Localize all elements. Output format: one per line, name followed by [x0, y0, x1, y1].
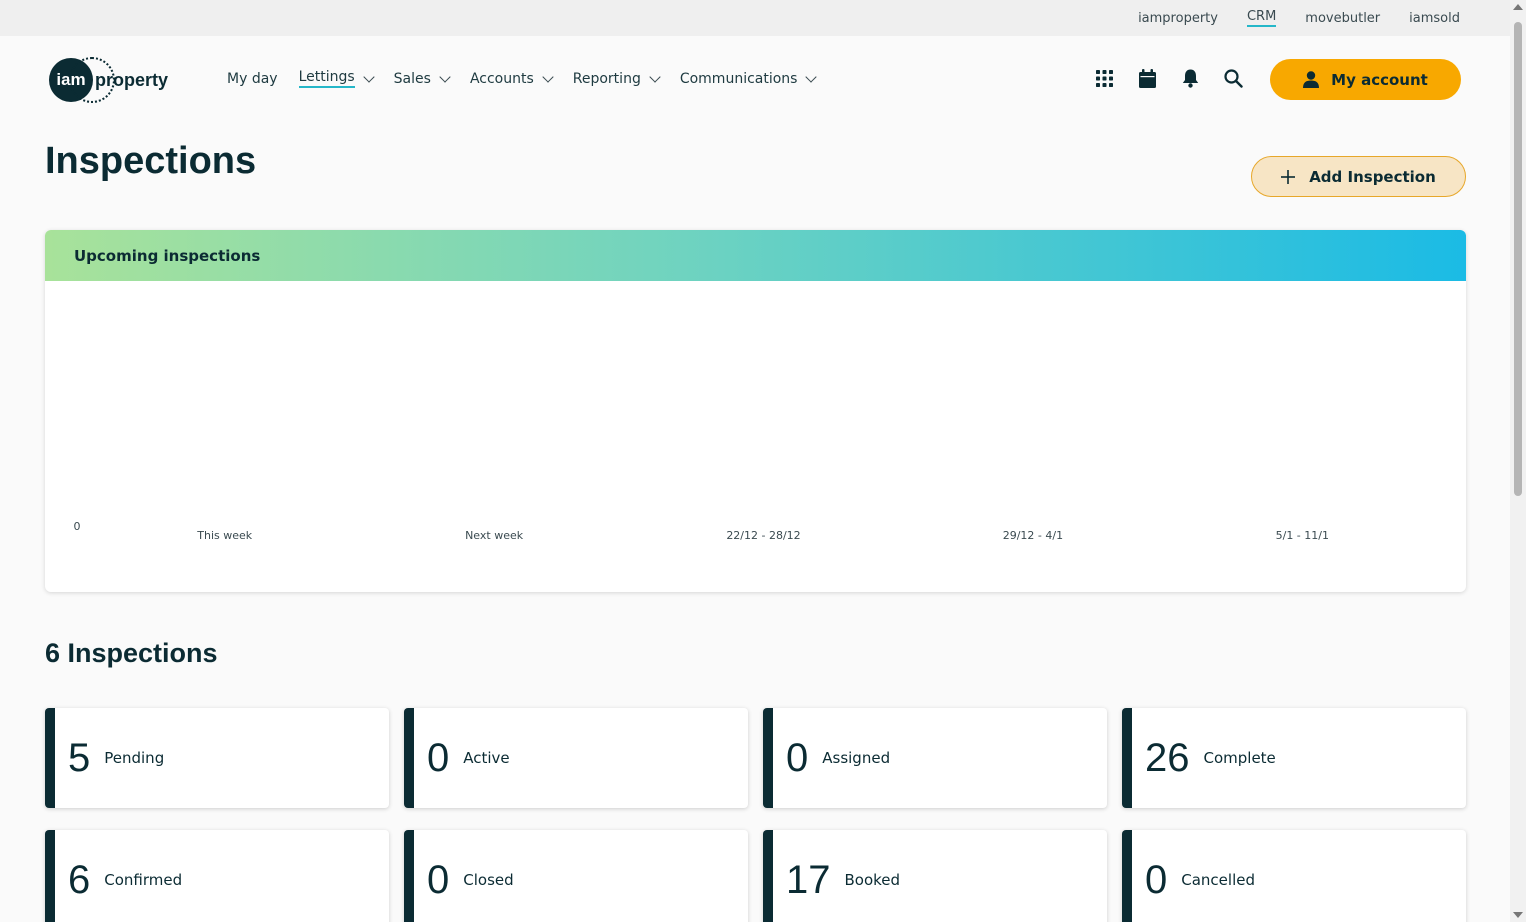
status-card-active[interactable]: 0 Active: [404, 708, 748, 808]
status-label: Closed: [463, 871, 514, 889]
calendar-icon[interactable]: [1137, 68, 1157, 88]
status-card-assigned[interactable]: 0 Assigned: [763, 708, 1107, 808]
search-icon[interactable]: [1223, 68, 1243, 88]
status-label: Confirmed: [104, 871, 183, 889]
y-tick-label: 0: [74, 520, 81, 533]
chevron-down-icon: [649, 70, 661, 83]
status-label: Complete: [1203, 749, 1276, 767]
status-card-complete[interactable]: 26 Complete: [1122, 708, 1466, 808]
nav-item-lettings[interactable]: Lettings: [298, 69, 375, 88]
add-inspection-button[interactable]: Add Inspection: [1251, 156, 1466, 197]
utility-link-iamsold[interactable]: iamsold: [1409, 11, 1460, 26]
scroll-thumb[interactable]: [1514, 22, 1522, 496]
x-tick-label: Next week: [465, 529, 524, 542]
status-card-cancelled[interactable]: 0 Cancelled: [1122, 830, 1466, 922]
apps-grid-icon[interactable]: [1094, 68, 1114, 88]
inspection-status-grid: 5 Pending 0 Active 0 Assigned 26 Complete 6 Confi…: [45, 708, 1466, 922]
user-icon: [1303, 71, 1320, 88]
upcoming-inspections-chart: 0 This week Next week 22/12 - 28/12 29/12 - …: [45, 281, 1466, 592]
utility-bar: iamproperty CRM movebutler iamsold: [0, 0, 1510, 36]
utility-link-iamproperty[interactable]: iamproperty: [1138, 11, 1218, 26]
plus-icon: [1281, 169, 1296, 184]
status-label: Assigned: [822, 749, 891, 767]
status-label: Cancelled: [1181, 871, 1255, 889]
inspections-count-title: 6 Inspections: [45, 638, 218, 668]
status-count: 17: [786, 857, 831, 902]
nav-item-label: Sales: [393, 70, 431, 87]
nav-item-label: My day: [227, 70, 278, 87]
my-account-button[interactable]: My account: [1270, 59, 1461, 100]
status-card-closed[interactable]: 0 Closed: [404, 830, 748, 922]
add-inspection-label: Add Inspection: [1309, 167, 1436, 186]
nav-icon-group: [1094, 68, 1243, 88]
status-card-booked[interactable]: 17 Booked: [763, 830, 1107, 922]
scroll-up-arrow-icon[interactable]: [1513, 4, 1523, 10]
status-card-pending[interactable]: 5 Pending: [45, 708, 389, 808]
chart-header: Upcoming inspections: [45, 230, 1466, 281]
status-count: 5: [68, 735, 91, 780]
status-count: 0: [427, 735, 450, 780]
status-label: Pending: [104, 749, 165, 767]
chevron-down-icon: [542, 70, 554, 83]
brand-logo[interactable]: iam property: [49, 57, 168, 103]
x-tick-label: 22/12 - 28/12: [726, 529, 800, 542]
primary-nav: My day Lettings Sales Accounts Reporting…: [227, 69, 818, 88]
scroll-down-arrow-icon[interactable]: [1513, 912, 1523, 918]
x-tick-label: 29/12 - 4/1: [1003, 529, 1063, 542]
status-count: 0: [786, 735, 809, 780]
status-count: 0: [427, 857, 450, 902]
utility-links: iamproperty CRM movebutler iamsold: [1138, 0, 1460, 36]
page-scrollbar[interactable]: [1510, 0, 1526, 922]
nav-item-communications[interactable]: Communications: [679, 70, 818, 87]
nav-item-label: Accounts: [469, 70, 534, 87]
chevron-down-icon: [439, 70, 451, 83]
nav-item-reporting[interactable]: Reporting: [572, 70, 661, 87]
page-title: Inspections: [45, 140, 257, 182]
nav-item-label: Reporting: [572, 70, 641, 87]
nav-item-sales[interactable]: Sales: [393, 70, 451, 87]
status-card-confirmed[interactable]: 6 Confirmed: [45, 830, 389, 922]
status-label: Booked: [844, 871, 901, 889]
nav-item-label: Lettings: [298, 69, 355, 88]
nav-item-my-day[interactable]: My day: [227, 71, 278, 87]
status-count: 26: [1145, 735, 1190, 780]
chevron-down-icon: [363, 70, 375, 83]
chart-svg: 0 This week Next week 22/12 - 28/12 29/12 - …: [74, 520, 1329, 542]
my-account-label: My account: [1331, 70, 1428, 89]
upcoming-inspections-card: Upcoming inspections 0 This week Next week…: [45, 230, 1466, 592]
logo-text: property: [95, 69, 169, 90]
utility-link-crm[interactable]: CRM: [1246, 9, 1277, 27]
main-nav: iam property My day Lettings Sales Accou…: [0, 36, 1510, 122]
utility-link-movebutler[interactable]: movebutler: [1305, 11, 1380, 26]
status-count: 6: [68, 857, 91, 902]
x-tick-label: This week: [196, 529, 253, 542]
status-count: 0: [1145, 857, 1168, 902]
nav-item-label: Communications: [679, 70, 798, 87]
chevron-down-icon: [805, 70, 818, 83]
bell-icon[interactable]: [1180, 68, 1200, 88]
x-tick-label: 5/1 - 11/1: [1276, 529, 1329, 542]
nav-item-accounts[interactable]: Accounts: [469, 70, 554, 87]
status-label: Active: [463, 749, 510, 767]
